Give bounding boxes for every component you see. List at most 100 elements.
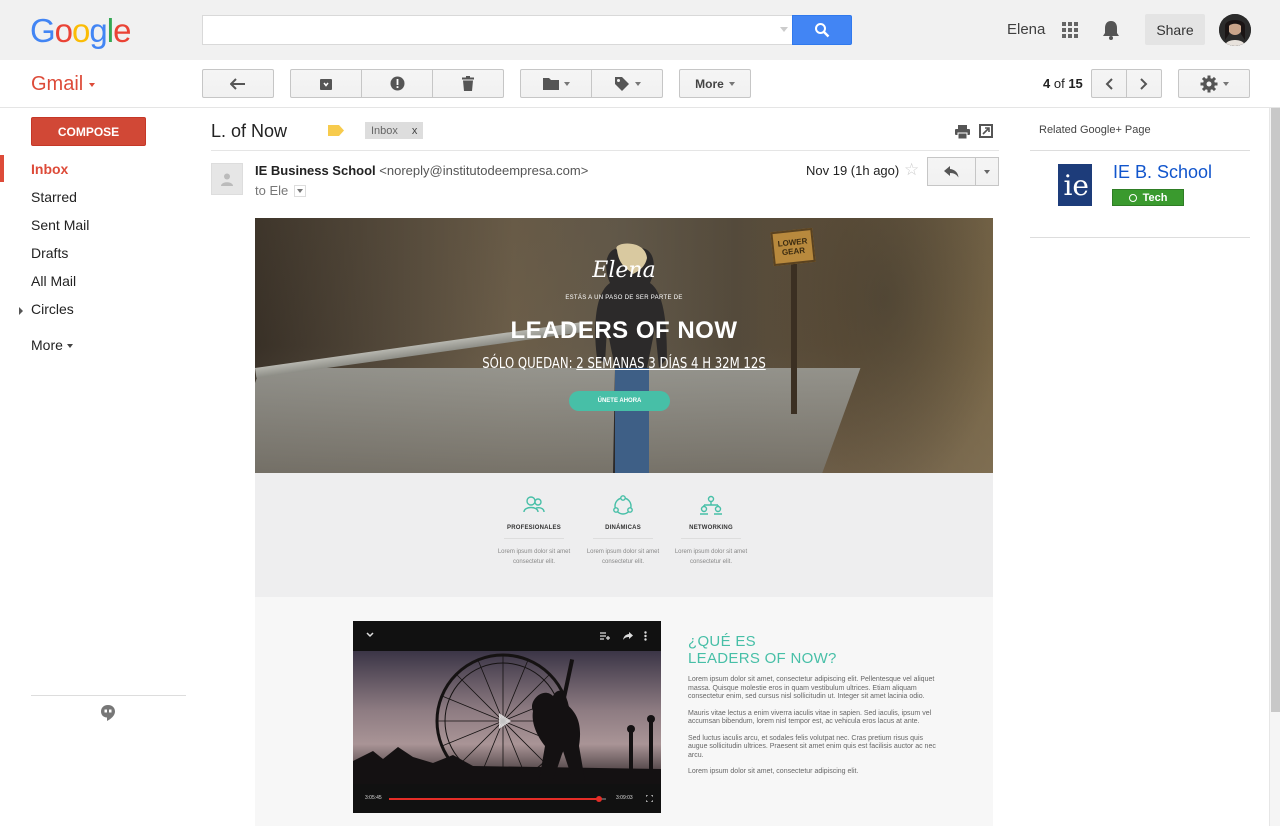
archive-button[interactable]: [290, 69, 362, 98]
feature-title: NETWORKING: [689, 525, 733, 531]
ie-school-logo[interactable]: ie: [1046, 164, 1092, 206]
add-to-playlist-icon[interactable]: [600, 632, 610, 640]
sidebar-item-circles[interactable]: Circles: [31, 301, 74, 317]
fullscreen-icon[interactable]: [646, 795, 653, 802]
ie-logo-text: ie: [1063, 168, 1089, 202]
scrollbar[interactable]: [1269, 108, 1280, 826]
feature-desc: Lorem ipsum dolor sit amet: [674, 549, 748, 555]
sidebar-item-sent-mail[interactable]: Sent Mail: [31, 217, 89, 233]
sidebar-item-more[interactable]: More: [31, 337, 73, 353]
search-options-caret-icon[interactable]: [780, 27, 788, 32]
reply-more-button[interactable]: [975, 157, 999, 186]
newer-button[interactable]: [1091, 69, 1127, 98]
move-to-button[interactable]: [520, 69, 592, 98]
notifications-bell-icon[interactable]: [1101, 19, 1121, 41]
sidebar-more-label: More: [31, 337, 63, 353]
chevron-down-icon: [728, 81, 735, 86]
related-page-name-link[interactable]: IE B. School: [1113, 162, 1212, 183]
user-name[interactable]: Elena: [1007, 21, 1045, 38]
apps-grid-icon[interactable]: [1062, 22, 1078, 38]
search-box: [202, 15, 852, 45]
chevron-down-icon[interactable]: [366, 632, 374, 638]
google-logo[interactable]: Google: [30, 12, 131, 50]
feature-desc: Lorem ipsum dolor sit amet: [497, 549, 571, 555]
recipient-text: to Ele: [255, 183, 289, 198]
video-progress-bar[interactable]: [389, 796, 606, 802]
tech-badge[interactable]: Tech: [1112, 189, 1184, 206]
archive-icon: [320, 78, 332, 90]
remove-label-button[interactable]: x: [412, 125, 418, 137]
search-input[interactable]: [202, 15, 792, 45]
chevron-down-icon: [297, 188, 304, 193]
active-nav-indicator: [0, 155, 4, 182]
reply-button[interactable]: [927, 157, 976, 186]
message-subject: L. of Now: [211, 121, 288, 141]
hero-pretitle: ESTÁS A UN PASO DE SER PARTE DE: [565, 295, 683, 301]
circle-icon: [1128, 193, 1137, 202]
top-bar: Google Elena Share: [0, 0, 1280, 60]
video-scrubber[interactable]: [596, 796, 603, 802]
video-player[interactable]: 3:05:45 3:09:03: [353, 621, 661, 813]
body-paragraph: Lorem ipsum dolor sit amet, consectetur …: [688, 676, 935, 700]
delete-button[interactable]: [432, 69, 504, 98]
chevron-down-icon: [984, 169, 990, 174]
sidebar-item-all-mail[interactable]: All Mail: [31, 273, 76, 289]
back-button[interactable]: [202, 69, 274, 98]
sidebar-item-inbox[interactable]: Inbox: [31, 161, 68, 177]
older-button[interactable]: [1126, 69, 1162, 98]
feature-networking: NETWORKING Lorem ipsum dolor sit amet con…: [671, 495, 751, 567]
back-arrow-icon: [230, 77, 245, 90]
page-current: 4: [1043, 76, 1051, 91]
page-of: of: [1053, 76, 1065, 91]
compose-button[interactable]: COMPOSE: [31, 117, 146, 146]
right-panel-divider: [1030, 237, 1250, 238]
trash-icon: [462, 76, 474, 91]
share-button[interactable]: Share: [1145, 14, 1205, 45]
join-now-button[interactable]: ÚNETE AHORA: [569, 391, 670, 411]
network-icon: [700, 495, 722, 515]
email-lower-section: 3:05:45 3:09:03 ¿QUÉ ES LEADERS OF NOW? …: [255, 597, 993, 826]
chevron-right-icon: [1140, 77, 1148, 90]
video-thumbnail-image: [353, 651, 661, 784]
more-actions-button[interactable]: More: [679, 69, 751, 98]
logo-letter: G: [30, 12, 56, 49]
expand-arrow-icon[interactable]: [19, 307, 23, 315]
sidebar-item-drafts[interactable]: Drafts: [31, 245, 68, 261]
gear-icon: [1200, 75, 1217, 92]
more-vertical-icon[interactable]: [644, 631, 647, 641]
gmail-app-switcher[interactable]: Gmail: [31, 73, 96, 96]
sidebar-item-starred[interactable]: Starred: [31, 189, 77, 205]
person-icon: [221, 173, 233, 186]
new-window-icon[interactable]: [979, 124, 993, 138]
action-toolbar: Gmail More 4 of 15: [0, 60, 1280, 108]
feature-desc: Lorem ipsum dolor sit amet: [586, 549, 660, 555]
sender-avatar[interactable]: [211, 163, 243, 195]
hangouts-icon[interactable]: [100, 704, 116, 722]
labels-button[interactable]: [591, 69, 663, 98]
star-icon[interactable]: ☆: [904, 160, 919, 180]
scrollbar-thumb[interactable]: [1271, 108, 1280, 712]
body-paragraph: Mauris vitae lectus a enim viverra iacul…: [688, 709, 932, 726]
email-features: PROFESIONALES Lorem ipsum dolor sit amet…: [255, 473, 993, 597]
report-spam-button[interactable]: [361, 69, 433, 98]
label-chip-inbox: Inbox x: [365, 122, 424, 139]
chevron-down-icon: [634, 81, 641, 86]
show-details-button[interactable]: [294, 184, 307, 197]
feature-title: PROFESIONALES: [507, 525, 561, 531]
chevron-down-icon: [66, 344, 73, 349]
feature-dynamics: DINÁMICAS Lorem ipsum dolor sit amet cons…: [583, 495, 663, 567]
video-controls: 3:05:45 3:09:03: [353, 784, 661, 813]
account-avatar[interactable]: [1219, 14, 1251, 46]
message-date: Nov 19 (1h ago): [806, 163, 900, 178]
feature-desc: consectetur elit.: [601, 559, 645, 565]
print-icon[interactable]: [955, 125, 970, 139]
settings-button[interactable]: [1178, 69, 1250, 98]
gmail-label: Gmail: [31, 73, 84, 95]
search-button[interactable]: [792, 15, 852, 45]
feature-desc: consectetur elit.: [689, 559, 733, 565]
share-arrow-icon[interactable]: [623, 632, 633, 640]
sender-name[interactable]: IE Business School: [255, 163, 376, 178]
importance-marker-icon[interactable]: [328, 125, 344, 136]
countdown-value: 2 SEMANAS 3 DÍAS 4 H 32M 12S: [576, 354, 766, 372]
folder-icon: [542, 78, 559, 90]
